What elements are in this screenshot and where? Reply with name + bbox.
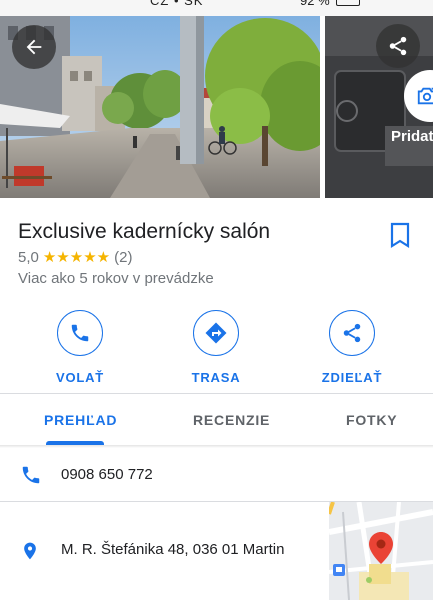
share-icon	[389, 36, 407, 56]
place-title: Exclusive kadernícky salón	[18, 220, 271, 243]
directions-button-label: TRASA	[191, 370, 241, 385]
share-button-ring	[329, 310, 375, 356]
tab-overview[interactable]: PREHĽAD	[44, 412, 117, 428]
mini-map-thumbnail[interactable]	[329, 502, 433, 600]
add-photo-label[interactable]: Pridať	[391, 128, 433, 145]
back-button[interactable]	[12, 25, 56, 69]
directions-button[interactable]: TRASA	[161, 310, 271, 385]
phone-row-icon	[20, 464, 42, 491]
rating-value: 5,0	[18, 248, 39, 266]
share-icon	[343, 323, 361, 343]
status-right: 92 %	[300, 0, 360, 8]
tab-reviews[interactable]: RECENZIE	[193, 412, 270, 428]
phone-icon	[71, 324, 89, 342]
review-count: (2)	[114, 248, 133, 266]
battery-percent: 92 %	[300, 0, 330, 8]
bookmark-icon	[390, 222, 410, 248]
status-carrier: CZ • SK	[150, 0, 204, 8]
call-button-ring	[57, 310, 103, 356]
call-button[interactable]: VOLAŤ	[25, 310, 135, 385]
divider	[0, 393, 433, 394]
phone-icon	[22, 466, 40, 484]
place-details-page: CZ • SK 92 % Pridať Exclusive kadernícky…	[0, 0, 433, 600]
battery-icon	[335, 0, 360, 6]
address-row-icon	[20, 540, 40, 567]
share-button-label: ZDIEĽAŤ	[321, 370, 383, 385]
location-pin-icon	[24, 542, 36, 560]
rating-row[interactable]: 5,0 ★★★★★ (2)	[18, 248, 133, 267]
address-text[interactable]: M. R. Štefánika 48, 036 01 Martin	[61, 541, 284, 558]
call-button-label: VOLAŤ	[55, 370, 105, 385]
phone-number[interactable]: 0908 650 772	[61, 466, 153, 483]
tab-bar-shadow	[0, 445, 433, 448]
status-bar: CZ • SK 92 %	[0, 0, 433, 16]
add-photo-icon	[417, 87, 433, 105]
arrow-back-icon	[26, 39, 42, 55]
share-button-photo[interactable]	[376, 24, 420, 68]
tab-photos[interactable]: FOTKY	[346, 412, 397, 428]
share-button[interactable]: ZDIEĽAŤ	[297, 310, 407, 385]
directions-icon	[205, 322, 227, 344]
map-pin-icon	[369, 532, 393, 564]
years-in-business: Viac ako 5 rokov v prevádzke	[18, 270, 214, 287]
rating-stars-icon: ★★★★★	[42, 249, 111, 266]
save-button[interactable]	[388, 222, 412, 253]
directions-button-ring	[193, 310, 239, 356]
